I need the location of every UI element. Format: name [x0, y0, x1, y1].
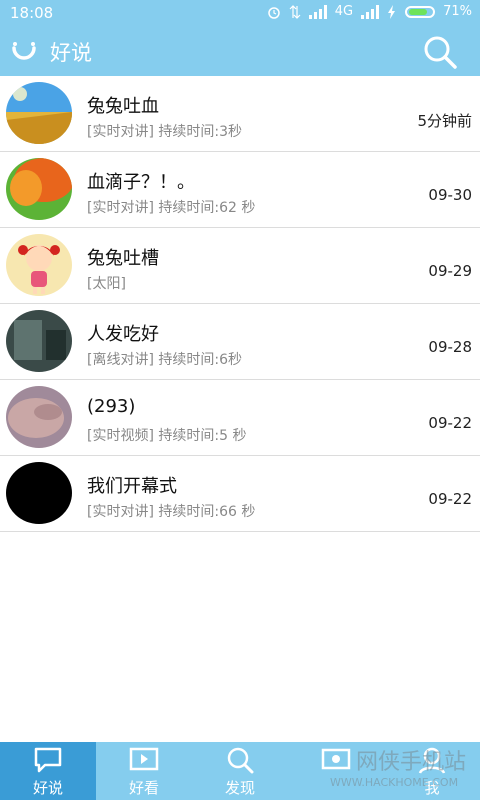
message-time: 09-28 [428, 338, 472, 356]
tab-label: 好看 [128, 779, 159, 797]
message-time: 09-22 [428, 490, 472, 508]
battery-icon [405, 5, 436, 18]
conversation-row[interactable]: 血滴子？！。 [实时对讲] 持续时间:62 秒 09-30 [0, 152, 480, 228]
avatar-cartoon-girl [6, 234, 72, 296]
conversation-list: 兔兔吐血 [实时对讲] 持续时间:3秒 5分钟前 血滴子？！。 [实时对讲] 持… [0, 76, 480, 532]
alarm-icon [267, 6, 280, 19]
conversation-row[interactable]: 兔兔吐槽 [太阳] 09-29 [0, 228, 480, 304]
contact-name: (293) [87, 396, 136, 417]
search-button[interactable] [422, 34, 458, 70]
conversation-row[interactable]: 我们开幕式 [实时对讲] 持续时间:66 秒 09-22 [0, 456, 480, 532]
network-type: 4G [334, 4, 354, 19]
watermark: 网侠手机站 WWW.HACKHOME.COM [312, 744, 480, 800]
status-time: 18:08 [10, 4, 54, 22]
conversation-row[interactable]: 人发吃好 [离线对讲] 持续时间:6秒 09-28 [0, 304, 480, 380]
contact-name: 人发吃好 [87, 324, 159, 345]
message-time: 09-30 [428, 186, 472, 204]
avatar-flower [6, 158, 72, 220]
play-icon [129, 747, 159, 771]
last-message: [离线对讲] 持续时间:6秒 [87, 352, 242, 368]
status-bar: 18:08 4G 71% [0, 0, 480, 26]
message-time: 09-29 [428, 262, 472, 280]
contact-name: 血滴子？！。 [87, 172, 195, 193]
last-message: [太阳] [87, 276, 126, 292]
app-bar: 好说 [0, 26, 480, 76]
tab-haoshuo[interactable]: 好说 [0, 742, 96, 800]
last-message: [实时对讲] 持续时间:3秒 [87, 124, 242, 140]
tab-label: 好说 [32, 779, 63, 797]
charging-icon [388, 4, 396, 19]
last-message: [实时对讲] 持续时间:62 秒 [87, 200, 256, 216]
page-title: 好说 [50, 41, 92, 65]
search-icon [227, 747, 254, 774]
conversation-row[interactable]: 兔兔吐血 [实时对讲] 持续时间:3秒 5分钟前 [0, 76, 480, 152]
contact-name: 兔兔吐槽 [87, 248, 159, 269]
tab-label: 发现 [224, 779, 255, 797]
last-message: [实时视频] 持续时间:5 秒 [87, 428, 247, 444]
watermark-text: 网侠手机站 [356, 750, 467, 775]
watermark-url: WWW.HACKHOME.COM [330, 776, 459, 789]
avatar-black [6, 462, 72, 524]
avatar-hand-photo [6, 386, 72, 448]
tab-haokan[interactable]: 好看 [96, 742, 192, 800]
app-logo-icon [12, 42, 36, 60]
data-transfer-icon [289, 4, 301, 19]
signal-icon-2 [361, 4, 380, 19]
avatar-wheat-field [6, 82, 72, 144]
message-time: 09-22 [428, 414, 472, 432]
status-icons: 4G 71% [267, 4, 472, 19]
conversation-row[interactable]: (293) [实时视频] 持续时间:5 秒 09-22 [0, 380, 480, 456]
tab-faxian[interactable]: 发现 [192, 742, 288, 800]
signal-icon [308, 4, 327, 19]
avatar-dark-photo [6, 310, 72, 372]
contact-name: 兔兔吐血 [87, 96, 159, 117]
battery-level: 71% [443, 4, 472, 19]
last-message: [实时对讲] 持续时间:66 秒 [87, 504, 256, 520]
chat-icon [34, 747, 62, 773]
message-time: 5分钟前 [417, 112, 472, 130]
contact-name: 我们开幕式 [87, 476, 177, 497]
